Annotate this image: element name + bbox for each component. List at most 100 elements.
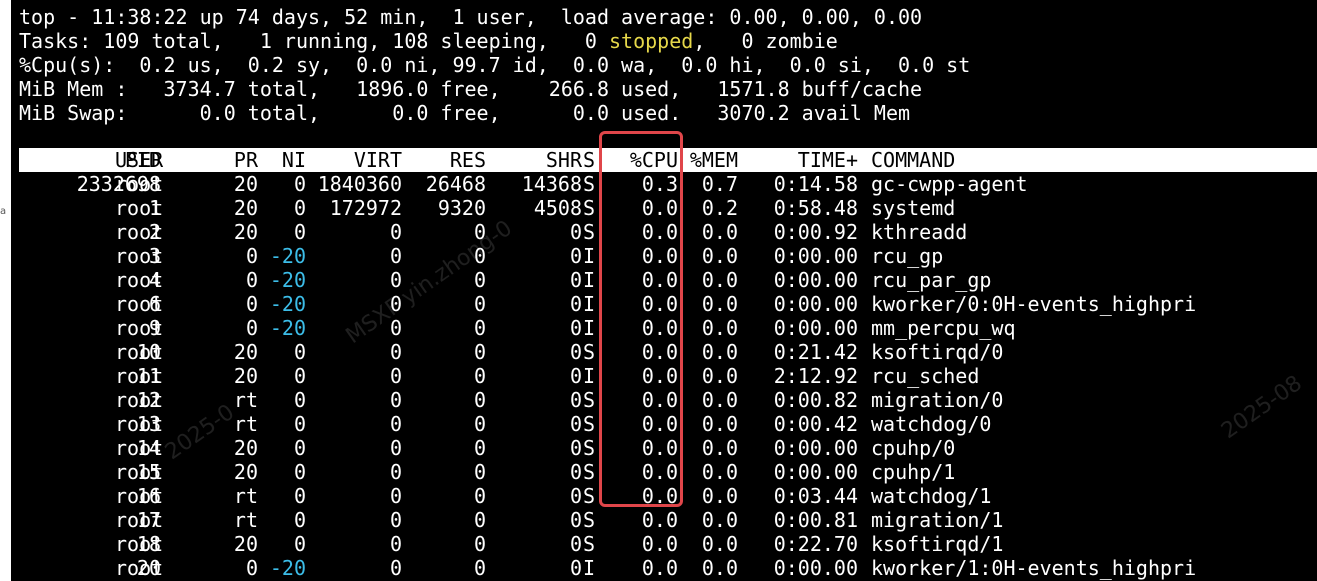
cpu-cell: 0.0 [641, 484, 678, 508]
process-row[interactable]: 20 root 0 -20 0 0 0 I 0.0 0.0 0:00.00 kworker/1:0H-… [19, 556, 1309, 580]
cpu-cell: 0.0 [641, 436, 678, 460]
command-cell: migration/0 [871, 388, 1004, 412]
nice-cell: -20 [269, 244, 306, 268]
process-row[interactable]: 12 root rt 0 0 0 0 S 0.0 0.0 0:00.82 migration/0 [19, 388, 1309, 412]
shr-cell: 0 [569, 460, 582, 484]
mem-cell: 0.0 [701, 460, 738, 484]
column-res-header[interactable]: RES [403, 148, 486, 172]
cpu-cell: 0.3 [641, 172, 678, 196]
process-row[interactable]: 17 root rt 0 0 0 0 S 0.0 0.0 0:00.81 migration/1 [19, 508, 1309, 532]
shr-cell: 0 [569, 556, 582, 580]
shr-cell: 0 [569, 244, 582, 268]
cpu-cell: 0.0 [641, 412, 678, 436]
state-cell: S [583, 172, 596, 196]
res-cell: 0 [473, 460, 486, 484]
column-mem-header[interactable]: %MEM [679, 148, 738, 172]
state-cell: I [583, 292, 596, 316]
tasks-zombie-text: , 0 zombie [693, 29, 838, 53]
res-cell: 0 [473, 268, 486, 292]
user-cell: root [115, 556, 164, 580]
process-row[interactable]: 1 root 20 0 172972 9320 4508 S 0.0 0.2 0:58.48 syst… [19, 196, 1309, 220]
state-cell: I [583, 316, 596, 340]
mem-cell: 0.0 [701, 484, 738, 508]
state-cell: S [583, 340, 596, 364]
mem-cell: 0.0 [701, 508, 738, 532]
user-cell: root [115, 508, 164, 532]
process-row[interactable]: 10 root 20 0 0 0 0 S 0.0 0.0 0:21.42 ksoftirqd/0 [19, 340, 1309, 364]
process-row[interactable]: 2332698 root 20 0 1840360 26468 14368 S 0.3 0.7 0:… [19, 172, 1309, 196]
process-row[interactable]: 14 root 20 0 0 0 0 S 0.0 0.0 0:00.00 cpuhp/0 [19, 436, 1309, 460]
column-cpu-header[interactable]: %CPU [607, 148, 678, 172]
virt-cell: 0 [389, 364, 402, 388]
column-state-header[interactable]: S [583, 148, 597, 172]
command-cell: migration/1 [871, 508, 1004, 532]
shr-cell: 0 [569, 508, 582, 532]
column-time-header[interactable]: TIME+ [739, 148, 858, 172]
column-ni-header[interactable]: NI [259, 148, 306, 172]
user-cell: root [115, 172, 164, 196]
nice-cell: 0 [293, 172, 306, 196]
process-row[interactable]: 9 root 0 -20 0 0 0 I 0.0 0.0 0:00.00 mm_percpu_wq [19, 316, 1309, 340]
process-row[interactable]: 4 root 0 -20 0 0 0 I 0.0 0.0 0:00.00 rcu_par_gp [19, 268, 1309, 292]
process-row[interactable]: 6 root 0 -20 0 0 0 I 0.0 0.0 0:00.00 kworker/0:0H-e… [19, 292, 1309, 316]
column-shr-header[interactable]: SHR [487, 148, 582, 172]
priority-cell: rt [233, 412, 258, 436]
process-row[interactable]: 11 root 20 0 0 0 0 I 0.0 0.0 2:12.92 rcu_sched [19, 364, 1309, 388]
process-row[interactable]: 15 root 20 0 0 0 0 S 0.0 0.0 0:00.00 cpuhp/1 [19, 460, 1309, 484]
column-virt-header[interactable]: VIRT [307, 148, 402, 172]
priority-cell: 0 [245, 292, 258, 316]
column-command-header[interactable]: COMMAND [871, 148, 1311, 172]
priority-cell: 20 [233, 172, 258, 196]
shr-cell: 0 [569, 220, 582, 244]
priority-cell: 20 [233, 196, 258, 220]
nice-cell: 0 [293, 196, 306, 220]
res-cell: 0 [473, 244, 486, 268]
priority-cell: 0 [245, 316, 258, 340]
cpu-cell: 0.0 [641, 196, 678, 220]
state-cell: S [583, 196, 596, 220]
priority-cell: 20 [233, 460, 258, 484]
shr-cell: 0 [569, 316, 582, 340]
command-cell: rcu_par_gp [871, 268, 992, 292]
priority-cell: 20 [233, 532, 258, 556]
process-row[interactable]: 13 root rt 0 0 0 0 S 0.0 0.0 0:00.42 watchdog/0 [19, 412, 1309, 436]
user-cell: root [115, 484, 164, 508]
priority-cell: 20 [233, 340, 258, 364]
summary-tasks-line: Tasks: 109 total, 1 running, 108 sleepin… [19, 29, 838, 53]
nice-cell: 0 [293, 460, 306, 484]
priority-cell: 0 [245, 244, 258, 268]
mem-cell: 0.0 [701, 364, 738, 388]
priority-cell: rt [233, 388, 258, 412]
command-cell: mm_percpu_wq [871, 316, 1016, 340]
cpu-cell: 0.0 [641, 340, 678, 364]
state-cell: S [583, 388, 596, 412]
priority-cell: 0 [245, 268, 258, 292]
virt-cell: 0 [389, 412, 402, 436]
res-cell: 0 [473, 436, 486, 460]
mem-cell: 0.0 [701, 268, 738, 292]
process-row[interactable]: 2 root 20 0 0 0 0 S 0.0 0.0 0:00.92 kthreadd [19, 220, 1309, 244]
column-user-header[interactable]: USER [115, 148, 215, 172]
user-cell: root [115, 388, 164, 412]
process-row[interactable]: 3 root 0 -20 0 0 0 I 0.0 0.0 0:00.00 rcu_gp [19, 244, 1309, 268]
terminal-window[interactable]: top - 11:38:22 up 74 days, 52 min, 1 use… [11, 0, 1317, 581]
process-row[interactable]: 18 root 20 0 0 0 0 S 0.0 0.0 0:22.70 ksoftirqd/1 [19, 532, 1309, 556]
user-cell: root [115, 340, 164, 364]
command-cell: rcu_sched [871, 364, 980, 388]
priority-cell: 20 [233, 220, 258, 244]
column-pr-header[interactable]: PR [211, 148, 258, 172]
cpu-cell: 0.0 [641, 220, 678, 244]
mem-cell: 0.0 [701, 436, 738, 460]
user-cell: root [115, 244, 164, 268]
time-cell: 0:21.42 [773, 340, 858, 364]
time-cell: 0:00.42 [773, 412, 858, 436]
mem-cell: 0.0 [701, 556, 738, 580]
state-cell: I [583, 268, 596, 292]
process-row[interactable]: 16 root rt 0 0 0 0 S 0.0 0.0 0:03.44 watchdog/1 [19, 484, 1309, 508]
cpu-cell: 0.0 [641, 556, 678, 580]
virt-cell: 0 [389, 220, 402, 244]
shr-cell: 0 [569, 532, 582, 556]
command-cell: kthreadd [871, 220, 968, 244]
shr-cell: 0 [569, 436, 582, 460]
res-cell: 0 [473, 316, 486, 340]
